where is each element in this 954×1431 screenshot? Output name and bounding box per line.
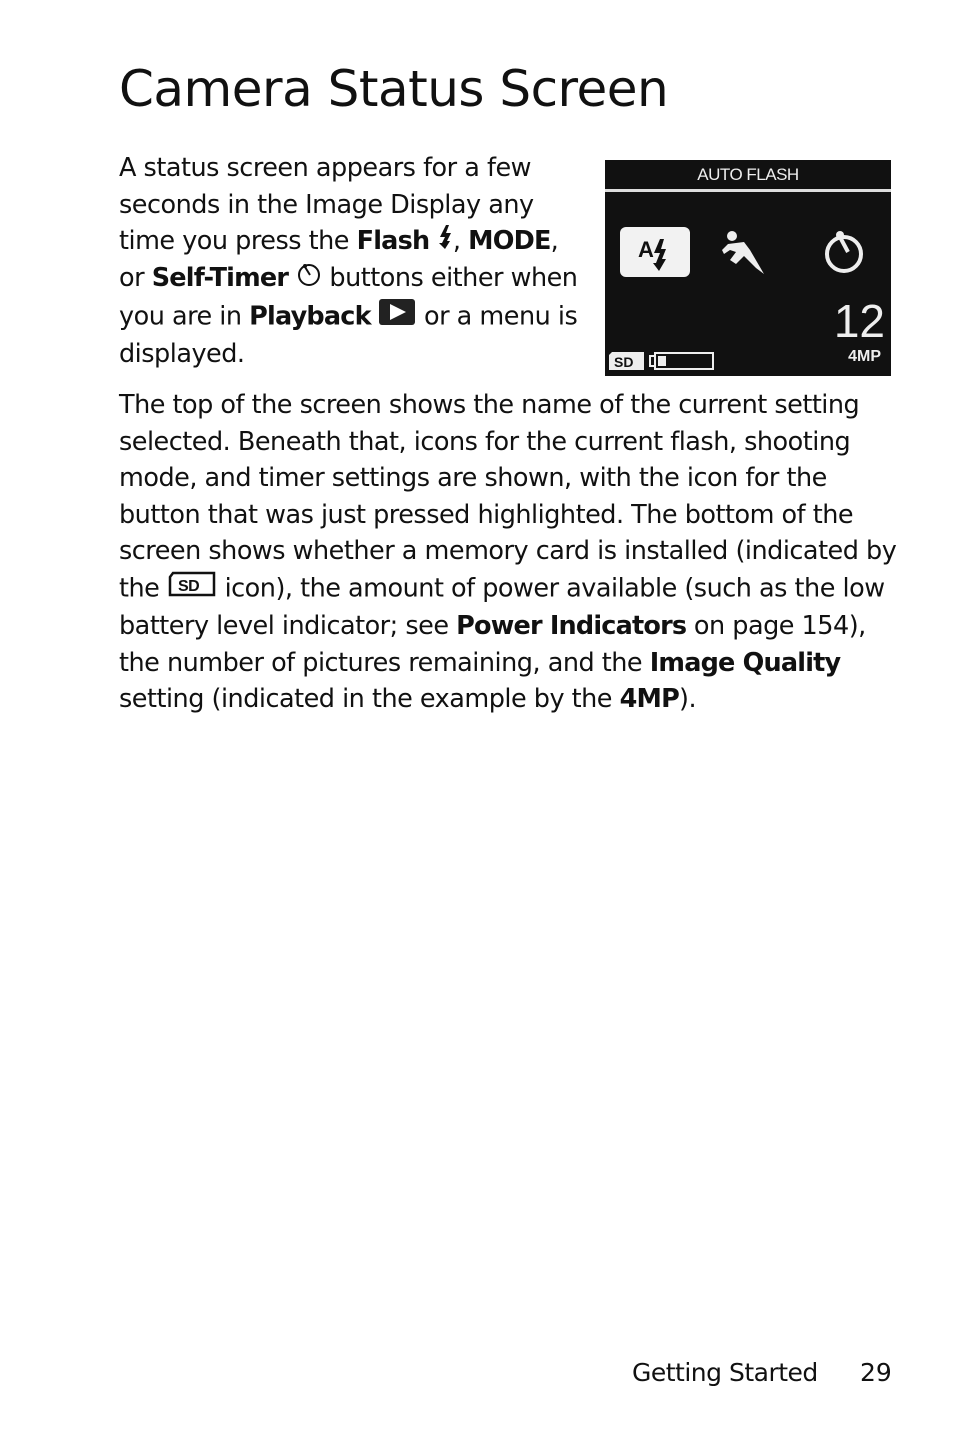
flash-icon <box>437 224 453 261</box>
self-timer-icon <box>296 261 322 298</box>
playback-icon <box>378 298 416 337</box>
image-quality-label: Image Quality <box>649 647 841 678</box>
text: ). <box>679 684 697 714</box>
sd-card-icon: SD <box>608 350 718 376</box>
auto-flash-icon: A <box>620 227 690 277</box>
camera-status-screen-image: AUTO FLASH A 12 4MP SD <box>605 160 891 376</box>
screen-divider <box>605 189 891 192</box>
text: setting (indicated in the example by the <box>119 684 620 714</box>
sd-card-icon: SD <box>167 570 217 609</box>
description-paragraph: The top of the screen shows the name of … <box>119 387 909 718</box>
mode-label: MODE <box>468 226 551 256</box>
power-indicators-link: Power Indicators <box>456 611 687 641</box>
image-quality: 4MP <box>848 348 881 365</box>
svg-text:A: A <box>638 237 654 262</box>
playback-label: Playback <box>249 300 371 331</box>
pictures-remaining: 12 <box>833 295 885 347</box>
intro-paragraph: A status screen appears for a few second… <box>119 150 589 373</box>
page-number: 29 <box>860 1358 892 1387</box>
footer-section: Getting Started <box>632 1358 818 1387</box>
page-title: Camera Status Screen <box>119 60 669 118</box>
flash-label: Flash <box>356 226 430 256</box>
self-timer-label: Self-Timer <box>151 263 289 294</box>
self-timer-icon <box>820 228 870 282</box>
sd-label: SD <box>178 578 199 595</box>
svg-text:SD: SD <box>614 354 633 370</box>
screen-header: AUTO FLASH <box>697 165 799 184</box>
text: , <box>452 226 469 256</box>
action-mode-icon <box>720 228 770 282</box>
4mp-label: 4MP <box>619 684 680 714</box>
text: The top of the screen shows the name of … <box>119 390 897 603</box>
